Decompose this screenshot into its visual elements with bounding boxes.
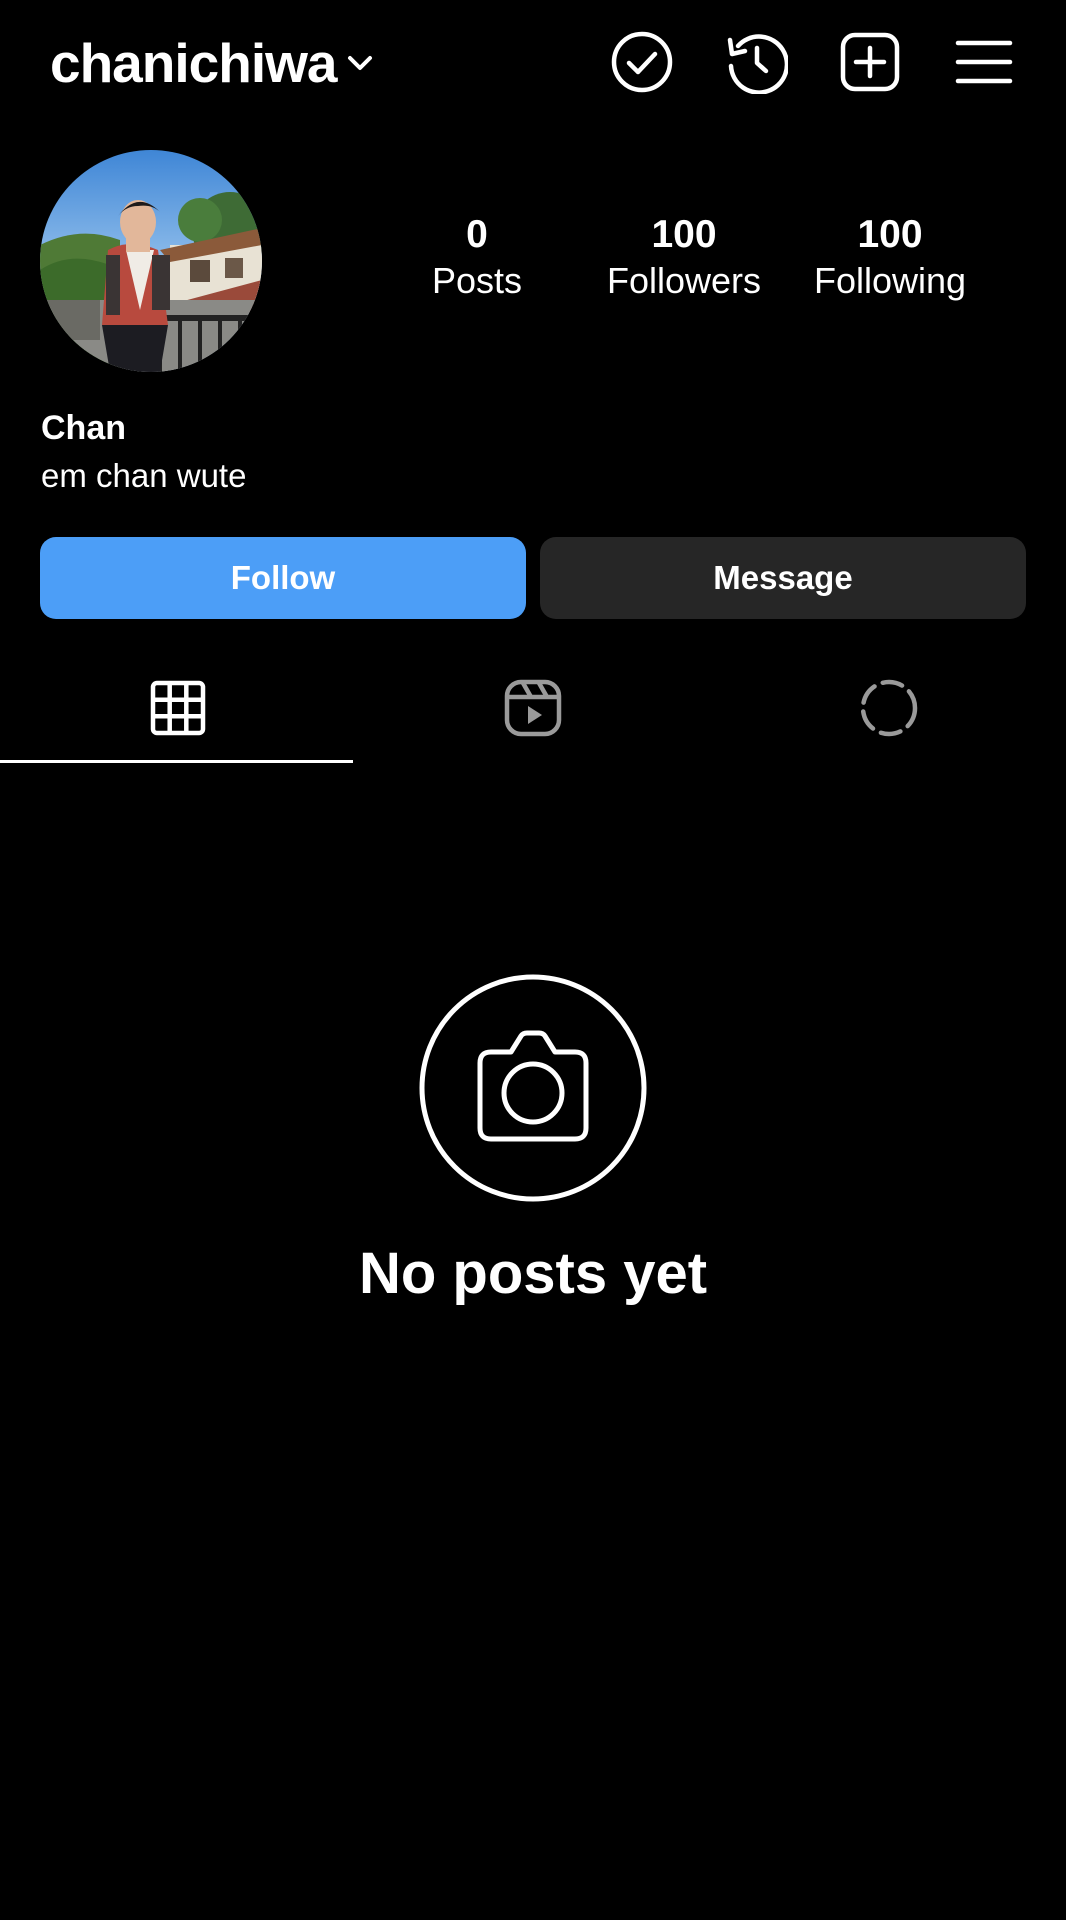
following-label: Following — [813, 260, 967, 301]
followers-value: 100 — [651, 213, 717, 256]
bio: em chan wute — [41, 457, 247, 494]
display-name: Chan — [41, 409, 126, 447]
tab-posts[interactable] — [0, 660, 355, 760]
camera-icon — [418, 973, 648, 1203]
follow-button[interactable]: Follow — [40, 537, 526, 619]
posts-label: Posts — [431, 260, 523, 301]
menu-icon[interactable] — [952, 30, 1016, 94]
message-button[interactable]: Message — [540, 537, 1026, 619]
chevron-down-icon — [344, 47, 376, 79]
following-count[interactable]: 100 Following — [790, 212, 990, 304]
empty-state-text: No posts yet — [358, 1241, 708, 1306]
tab-reels[interactable] — [355, 660, 710, 760]
account-switcher[interactable]: chanichiwa — [50, 28, 376, 98]
username: chanichiwa — [50, 32, 337, 94]
avatar[interactable] — [40, 150, 262, 372]
grid-icon — [150, 680, 205, 736]
top-bar: chanichiwa — [0, 0, 1066, 125]
check-circle-icon[interactable] — [610, 30, 674, 94]
history-icon[interactable] — [724, 30, 788, 94]
followers-count[interactable]: 100 Followers — [584, 212, 784, 304]
dashed-circle-icon — [860, 679, 917, 737]
active-tab-indicator — [0, 760, 353, 763]
reels-icon — [504, 679, 561, 737]
posts-count[interactable]: 0 Posts — [377, 212, 577, 304]
followers-label: Followers — [606, 260, 762, 301]
following-value: 100 — [857, 213, 923, 256]
add-square-icon[interactable] — [838, 30, 902, 94]
posts-value: 0 — [466, 213, 488, 256]
tab-tagged[interactable] — [711, 660, 1066, 760]
